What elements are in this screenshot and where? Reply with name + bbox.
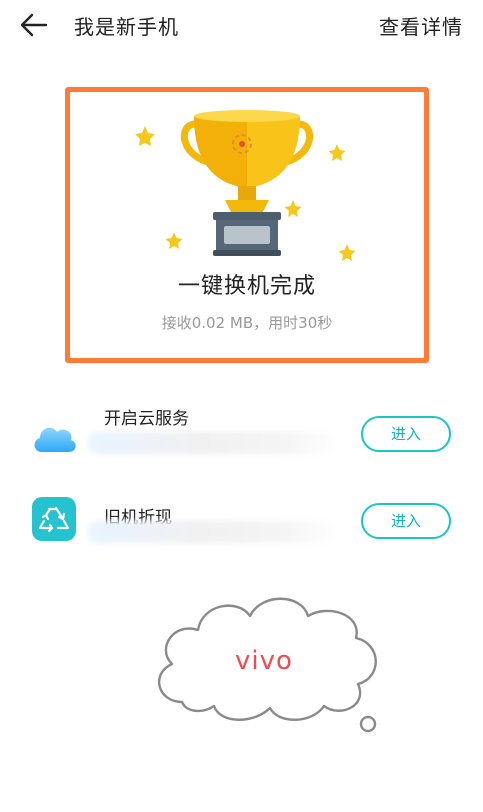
recycle-icon — [32, 497, 76, 541]
transfer-stats: 接收0.02 MB，用时30秒 — [161, 314, 333, 332]
star-icon — [284, 200, 302, 217]
transfer-complete-title: 一键换机完成 — [177, 274, 316, 299]
brand-cloud: vivo — [150, 590, 390, 740]
view-details-link[interactable]: 查看详情 — [379, 11, 463, 40]
star-icon — [165, 232, 183, 249]
brand-logo-text: vivo — [235, 646, 293, 676]
star-icon — [338, 244, 356, 261]
service-title: 开启云服务 — [104, 409, 189, 429]
service-row-trade-in[interactable]: 旧机折现 进入 — [0, 487, 483, 557]
cloud-icon — [34, 427, 76, 452]
transfer-complete-card: 一键换机完成 接收0.02 MB，用时30秒 — [65, 87, 429, 363]
star-icon — [135, 126, 155, 146]
service-row-cloud[interactable]: 开启云服务 进入 — [0, 400, 483, 470]
service-description-blurred — [88, 432, 338, 454]
service-description-blurred — [88, 521, 338, 543]
top-bar: 我是新手机 查看详情 — [0, 0, 483, 52]
page-title: 我是新手机 — [74, 15, 179, 39]
back-button[interactable] — [18, 10, 52, 40]
star-icon — [328, 144, 346, 161]
arrow-left-icon — [20, 13, 48, 37]
enter-button[interactable]: 进入 — [361, 416, 451, 452]
enter-button[interactable]: 进入 — [361, 503, 451, 539]
